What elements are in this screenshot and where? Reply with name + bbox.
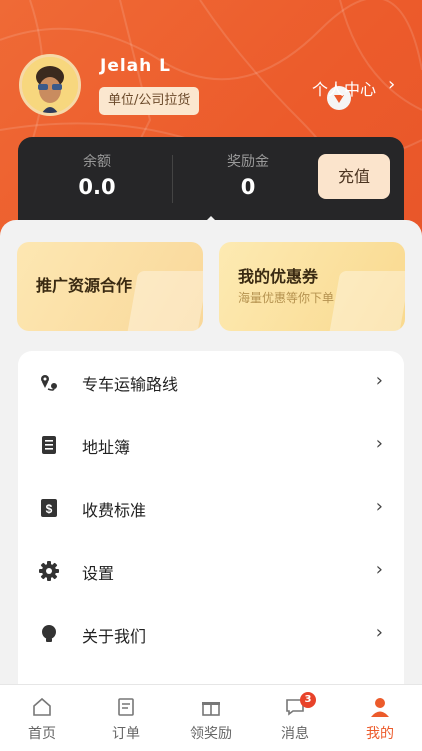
user-name: Jelah L	[100, 56, 172, 76]
chevron-right-icon: ›	[375, 370, 383, 391]
chevron-right-icon: ›	[388, 74, 396, 95]
tab-rewards[interactable]: 领奖励	[169, 685, 253, 751]
promo-card-partnership[interactable]: 推广资源合作	[17, 242, 203, 331]
tab-home[interactable]: 首页	[0, 685, 84, 751]
bottom-tab-bar: 首页 订单 领奖励 3 消息 我的	[0, 684, 422, 751]
bonus-label: 奖励金	[227, 154, 269, 170]
decoration	[127, 271, 203, 331]
balance-block[interactable]: 余额 0.0	[22, 151, 172, 199]
menu-list: 专车运输路线 › 地址簿 › $ 收费标准 › 设置 › 关于我们 ›	[18, 351, 404, 691]
gift-icon	[202, 702, 220, 716]
unread-badge: 3	[300, 692, 316, 708]
address-book-icon	[42, 436, 56, 454]
menu-label: 收费标准	[82, 501, 147, 520]
tab-orders[interactable]: 订单	[84, 685, 168, 751]
menu-label: 设置	[82, 564, 115, 583]
tab-mine[interactable]: 我的	[338, 685, 422, 751]
menu-label: 关于我们	[82, 627, 147, 646]
gear-icon	[39, 561, 59, 581]
menu-item-address-book[interactable]: 地址簿 ›	[18, 414, 404, 477]
menu-label: 地址簿	[82, 438, 131, 457]
svg-text:$: $	[46, 502, 53, 516]
tab-label: 领奖励	[190, 726, 232, 742]
tab-messages[interactable]: 3 消息	[253, 685, 337, 751]
tab-label: 订单	[112, 726, 140, 742]
menu-item-routes[interactable]: 专车运输路线 ›	[18, 351, 404, 414]
menu-item-settings[interactable]: 设置 ›	[18, 540, 404, 603]
bonus-block[interactable]: 奖励金 0	[173, 151, 323, 199]
personal-center-link[interactable]: 个人中心 ›	[312, 74, 395, 100]
balance-label: 余额	[83, 154, 111, 170]
chevron-right-icon: ›	[375, 496, 383, 517]
promo-title: 我的优惠券	[238, 267, 319, 286]
home-icon	[33, 697, 51, 716]
price-tag-icon: $	[41, 499, 57, 517]
tab-label: 首页	[28, 726, 56, 742]
decoration	[329, 271, 405, 331]
tab-label: 消息	[281, 726, 309, 742]
menu-label: 专车运输路线	[82, 375, 179, 394]
wallet-card: 余额 0.0 奖励金 0 充值	[18, 137, 404, 227]
personal-center-label: 个人中心	[312, 80, 377, 99]
orders-icon	[118, 698, 134, 716]
menu-item-about[interactable]: 关于我们 ›	[18, 603, 404, 666]
route-icon	[41, 375, 57, 391]
role-badge: 单位/公司拉货	[99, 87, 200, 115]
avatar[interactable]	[19, 54, 81, 116]
chevron-right-icon: ›	[375, 433, 383, 454]
promo-title: 推广资源合作	[36, 276, 133, 295]
promo-card-coupons[interactable]: 我的优惠券 海量优惠等你下单	[219, 242, 405, 331]
chevron-right-icon: ›	[375, 622, 383, 643]
balance-value: 0.0	[78, 175, 116, 199]
topup-button[interactable]: 充值	[318, 154, 390, 199]
tab-label: 我的	[366, 726, 394, 742]
promo-subtitle: 海量优惠等你下单	[238, 291, 335, 305]
chevron-right-icon: ›	[375, 559, 383, 580]
menu-item-pricing[interactable]: $ 收费标准 ›	[18, 477, 404, 540]
lightbulb-icon	[42, 625, 56, 642]
person-icon	[371, 698, 389, 717]
bonus-value: 0	[240, 175, 256, 199]
